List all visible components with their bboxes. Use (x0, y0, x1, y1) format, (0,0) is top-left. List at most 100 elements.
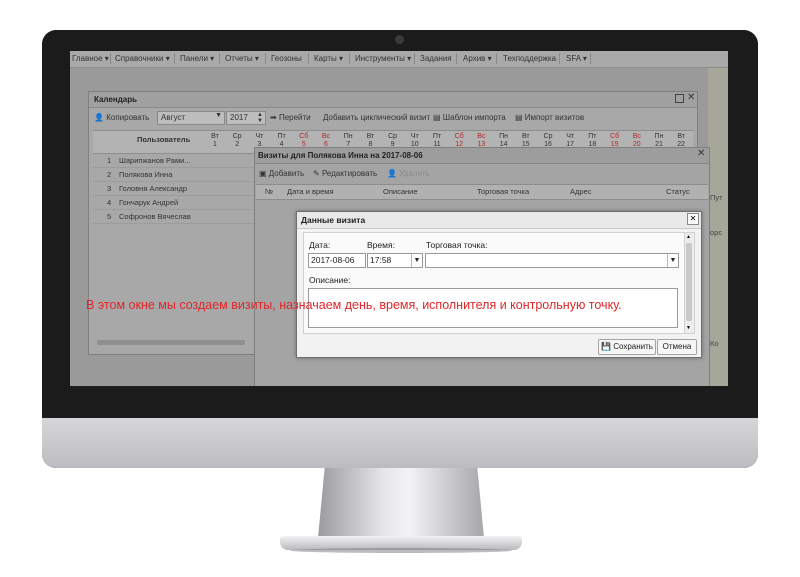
base-shadow (290, 548, 512, 553)
close-icon[interactable]: ✕ (687, 213, 699, 225)
chevron-down-icon: ▼ (667, 254, 678, 267)
column-description[interactable]: Описание (383, 187, 418, 196)
delete-visit-button[interactable]: 👤 Удалить (387, 169, 430, 178)
day-of-week: Вс (321, 133, 331, 140)
day-of-week: Пн (499, 133, 509, 140)
dialog-form: Дата: 2017-08-06 Время: 17:58 ▼ Торговая… (303, 232, 695, 334)
monitor-chin (42, 418, 758, 468)
month-select[interactable]: Август ▼ (157, 111, 225, 125)
day-of-week: Ср (543, 133, 553, 140)
user-name: Шарипжанов Рами... (119, 156, 191, 165)
row-number: 3 (107, 184, 112, 193)
close-icon[interactable]: ✕ (697, 148, 705, 159)
day-of-week: Вт (366, 133, 375, 140)
calendar-title: Календарь (94, 95, 138, 104)
add-visit-button[interactable]: ▣ Добавить (259, 169, 304, 178)
day-of-week: Чт (410, 133, 419, 140)
pencil-icon: ✎ (313, 169, 320, 178)
day-of-week: Чт (566, 133, 575, 140)
goto-button[interactable]: ➡ Перейти (270, 113, 311, 122)
visit-data-dialog: Данные визита ✕ Дата: 2017-08-06 Время: … (296, 211, 702, 358)
chevron-down-icon: ▼ (411, 254, 422, 267)
cancel-button[interactable]: Отмена (657, 339, 697, 355)
time-select[interactable]: 17:58 ▼ (367, 253, 423, 268)
day-of-week: Чт (255, 133, 264, 140)
document-icon: ▤ (515, 113, 523, 122)
user-icon: 👤 (387, 169, 397, 178)
menu-sfa[interactable]: SFA ▾ (566, 54, 587, 63)
day-of-week: Пт (277, 133, 286, 140)
date-label: Дата: (309, 240, 331, 250)
maximize-icon[interactable] (675, 94, 684, 103)
day-of-week: Сб (299, 133, 309, 140)
menu-geozones[interactable]: Геозоны (271, 54, 302, 63)
column-number[interactable]: № (265, 187, 273, 196)
user-name: Софронов Вячеслав (119, 212, 191, 221)
menu-archive[interactable]: Архив ▾ (463, 54, 492, 63)
column-datetime[interactable]: Дата и время (287, 187, 334, 196)
import-template-button[interactable]: ▤ Шаблон импорта (433, 113, 506, 122)
day-of-week: Пт (588, 133, 597, 140)
column-outlet[interactable]: Торговая точка (477, 187, 529, 196)
day-of-week: Сб (454, 133, 464, 140)
save-button[interactable]: 💾 Сохранить (598, 339, 656, 355)
day-number: 1 (213, 141, 217, 148)
scroll-down-icon[interactable]: ▼ (686, 325, 691, 331)
day-of-week: Ср (388, 133, 398, 140)
outlet-select[interactable]: ▼ (425, 253, 679, 268)
add-icon: ▣ (259, 169, 267, 178)
edit-visit-button[interactable]: ✎ Редактировать (313, 169, 377, 178)
column-address[interactable]: Адрес (570, 187, 591, 196)
webcam (395, 35, 404, 44)
import-visits-button[interactable]: ▤ Импорт визитов (515, 113, 584, 122)
horizontal-scrollbar[interactable] (97, 340, 245, 345)
vertical-scrollbar[interactable]: ▲ ▼ (684, 233, 694, 333)
day-of-week: Пн (343, 133, 353, 140)
menu-support[interactable]: Техподдержка (503, 54, 556, 63)
menu-maps[interactable]: Карты ▾ (314, 54, 343, 63)
scroll-thumb[interactable] (686, 243, 692, 321)
user-name: Полякова Инна (119, 170, 173, 179)
scroll-up-icon[interactable]: ▲ (686, 234, 691, 240)
map-label: Ко (710, 339, 719, 348)
time-label: Время: (367, 240, 395, 250)
day-number: 2 (235, 141, 240, 148)
row-number: 4 (107, 198, 112, 207)
spinner-arrows-icon: ▲ ▼ (257, 112, 263, 124)
menu-reports[interactable]: Отчеты ▾ (225, 54, 259, 63)
day-of-week: Ср (232, 133, 242, 140)
row-number: 2 (107, 170, 112, 179)
copy-button[interactable]: 👤 Копировать (94, 113, 149, 122)
year-spinner[interactable]: 2017 ▲ ▼ (226, 111, 266, 125)
map-label: орс (710, 228, 723, 237)
day-of-week: Вс (477, 133, 486, 140)
close-icon[interactable]: ✕ (687, 92, 695, 103)
outlet-label: Торговая точка: (426, 240, 488, 250)
menu-main[interactable]: Главное ▾ (72, 54, 109, 63)
day-of-week: Пн (654, 133, 664, 140)
add-cyclic-visit-button[interactable]: Добавить циклический визит (323, 113, 430, 122)
menu-directories[interactable]: Справочники ▾ (115, 54, 170, 63)
monitor-stand (318, 468, 484, 538)
menu-tasks[interactable]: Задания (420, 54, 452, 63)
visits-title: Визиты для Поляковa Инна на 2017-08-06 (258, 151, 423, 160)
chevron-down-icon: ▼ (215, 112, 222, 119)
visits-titlebar: Визиты для Поляковa Инна на 2017-08-06 ✕ (255, 148, 709, 164)
column-status[interactable]: Статус (666, 187, 690, 196)
menu-panels[interactable]: Панели ▾ (180, 54, 214, 63)
user-name: Гончарук Андрей (119, 198, 179, 207)
row-number: 5 (107, 212, 112, 221)
dialog-titlebar: Данные визита ✕ (297, 212, 701, 229)
arrow-right-icon: ➡ (270, 113, 277, 122)
user-icon: 👤 (94, 113, 104, 122)
day-of-week: Сб (610, 133, 620, 140)
document-icon: ▤ (433, 113, 441, 122)
menu-bar: Главное ▾ Справочники ▾ Панели ▾ Отчеты … (70, 51, 728, 68)
dialog-title: Данные визита (301, 215, 366, 225)
date-field[interactable]: 2017-08-06 (308, 253, 366, 268)
user-name: Головня Александр (119, 184, 187, 193)
floppy-disk-icon: 💾 (601, 342, 611, 351)
day-header: Ср 2 (227, 133, 247, 149)
row-number: 1 (107, 156, 112, 165)
menu-tools[interactable]: Инструменты ▾ (355, 54, 411, 63)
